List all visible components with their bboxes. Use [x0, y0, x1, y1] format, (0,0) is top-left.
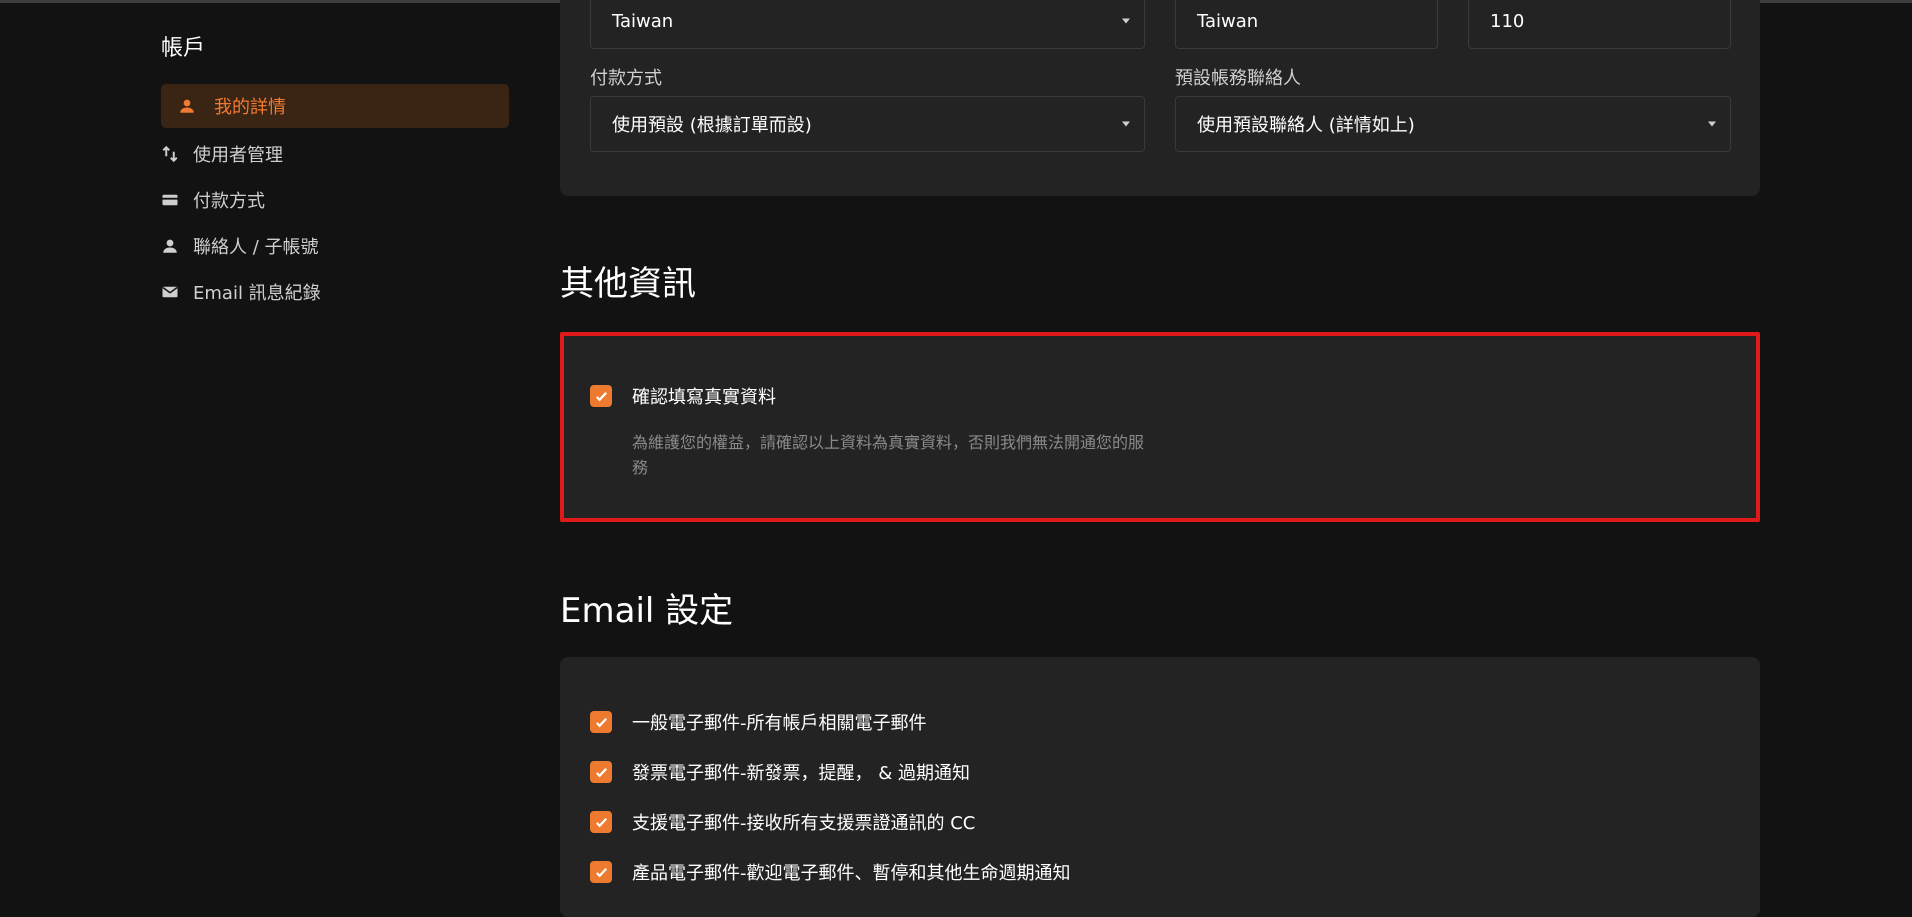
email-option-support[interactable]: 支援電子郵件-接收所有支援票證通訊的 CC [590, 809, 975, 835]
confirm-description: 為維護您的權益，請確認以上資料為真實資料，否則我們無法開通您的服務 [632, 433, 1145, 477]
email-settings-card: 一般電子郵件-所有帳戶相關電子郵件 發票電子郵件-新發票，提醒， & 過期通知 … [560, 657, 1760, 917]
check-icon [595, 391, 607, 401]
city-field[interactable]: Taiwan [1175, 0, 1438, 49]
sidebar-title: 帳戶 [161, 36, 206, 61]
postal-code-field[interactable]: 110 [1468, 0, 1731, 49]
country-value: Taiwan [612, 10, 674, 32]
check-icon [595, 867, 607, 877]
email-option-label: 產品電子郵件-歡迎電子郵件、暫停和其他生命週期通知 [632, 863, 1071, 884]
billing-contact-select[interactable]: 使用預設聯絡人 (詳情如上) [1175, 96, 1731, 152]
confirm-info-card: 確認填寫真實資料 為維護您的權益，請確認以上資料為真實資料，否則我們無法開通您的… [560, 332, 1760, 522]
sidebar-item-label: 使用者管理 [193, 145, 283, 166]
email-settings-title: Email 設定 [560, 591, 734, 631]
email-option-label: 一般電子郵件-所有帳戶相關電子郵件 [632, 713, 927, 734]
sidebar-item-email-log[interactable]: Email 訊息紀錄 [161, 270, 509, 314]
email-option-general[interactable]: 一般電子郵件-所有帳戶相關電子郵件 [590, 709, 927, 735]
postal-code-value: 110 [1490, 10, 1525, 32]
other-info-title: 其他資訊 [560, 264, 696, 304]
sidebar-item-my-details[interactable]: 我的詳情 [161, 84, 509, 128]
product-email-checkbox[interactable] [590, 861, 612, 883]
general-email-checkbox[interactable] [590, 711, 612, 733]
billing-contact-label: 預設帳務聯絡人 [1175, 68, 1301, 89]
chevron-down-icon [1708, 121, 1716, 127]
user-admin-icon [161, 145, 179, 163]
sidebar-item-contacts[interactable]: 聯絡人 / 子帳號 [161, 224, 509, 268]
chevron-down-icon [1122, 18, 1130, 24]
confirm-label: 確認填寫真實資料 [632, 387, 776, 408]
payment-method-value: 使用預設 (根據訂單而設) [612, 115, 812, 136]
person-icon [161, 237, 179, 255]
support-email-checkbox[interactable] [590, 811, 612, 833]
sidebar-item-label: Email 訊息紀錄 [193, 283, 321, 304]
email-option-invoice[interactable]: 發票電子郵件-新發票，提醒， & 過期通知 [590, 759, 970, 785]
check-icon [595, 817, 607, 827]
billing-contact-value: 使用預設聯絡人 (詳情如上) [1197, 115, 1415, 136]
sidebar-item-payment-methods[interactable]: 付款方式 [161, 178, 509, 222]
sidebar-item-label: 我的詳情 [214, 97, 286, 118]
chevron-down-icon [1122, 121, 1130, 127]
sidebar-item-label: 付款方式 [193, 191, 265, 212]
email-option-product[interactable]: 產品電子郵件-歡迎電子郵件、暫停和其他生命週期通知 [590, 859, 1071, 885]
sidebar-item-user-management[interactable]: 使用者管理 [161, 132, 509, 176]
check-icon [595, 767, 607, 777]
country-select[interactable]: Taiwan [590, 0, 1145, 49]
payment-method-select[interactable]: 使用預設 (根據訂單而設) [590, 96, 1145, 152]
confirm-checkbox-row[interactable]: 確認填寫真實資料 [590, 383, 776, 409]
check-icon [595, 717, 607, 727]
address-billing-card: Taiwan Taiwan 110 付款方式 預設帳務聯絡人 使用預設 (根據訂… [560, 0, 1760, 196]
confirm-checkbox[interactable] [590, 385, 612, 407]
payment-method-label: 付款方式 [590, 68, 662, 89]
invoice-email-checkbox[interactable] [590, 761, 612, 783]
credit-card-icon [161, 191, 179, 209]
person-icon [178, 97, 196, 115]
sidebar: 帳戶 我的詳情 使用者管理 付款方式 聯絡人 / 子帳號 Email 訊息紀錄 [161, 30, 509, 316]
sidebar-item-label: 聯絡人 / 子帳號 [193, 237, 319, 258]
email-option-label: 發票電子郵件-新發票，提醒， & 過期通知 [632, 763, 970, 784]
city-value: Taiwan [1197, 10, 1259, 32]
mail-icon [161, 283, 179, 301]
email-option-label: 支援電子郵件-接收所有支援票證通訊的 CC [632, 813, 976, 834]
